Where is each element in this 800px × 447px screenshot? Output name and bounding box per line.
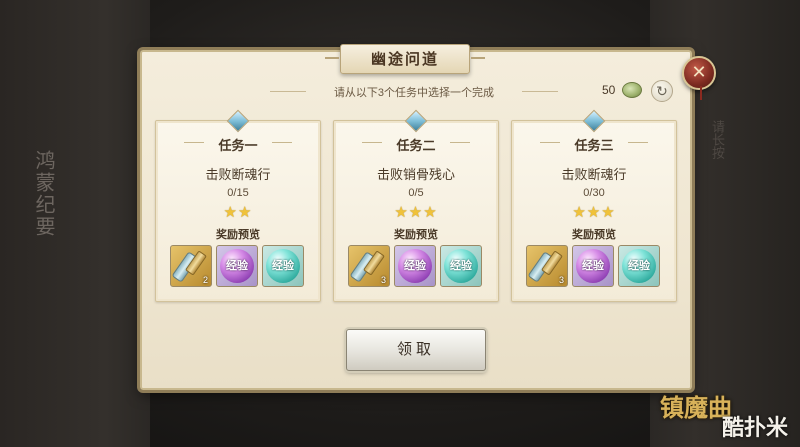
task-card-1[interactable]: 任务一 击败断魂行 0/15 ★★ 奖励预览 2 经验 经验 [155,109,321,302]
claim-button[interactable]: 领取 [346,329,486,371]
title-deco-right [450,142,470,143]
exp-orb-purple: 经验 [220,249,254,283]
task-stars: ★★★ [394,204,438,221]
background-side-title: 鸿蒙纪要 [32,150,56,238]
task-name: 击败断魂行 [561,167,627,182]
site-watermark: 酷扑米 [722,415,789,440]
task-card-2[interactable]: 任务二 击败销骨残心 0/5 ★★★ 奖励预览 3 经验 经验 [333,109,499,302]
close-button[interactable]: ✕ [682,56,716,90]
close-tassel [700,86,702,100]
task-label: 任务三 [574,138,614,153]
reward-preview-label: 奖励预览 [572,229,616,241]
task-stars: ★★ [223,204,253,221]
task-stars: ★★★ [572,204,616,221]
refresh-icon: ↻ [656,83,668,99]
reward-exp-slot-purple[interactable]: 经验 [216,245,258,287]
close-icon: ✕ [691,62,707,82]
reward-exp-slot-purple[interactable]: 经验 [572,245,614,287]
reward-exp-slot-teal[interactable]: 经验 [440,245,482,287]
dialog-title: 幽途问道 [325,44,485,74]
reward-item-slot[interactable]: 3 [526,245,568,287]
title-deco-right [628,142,648,143]
exp-orb-purple: 经验 [398,249,432,283]
task-name: 击败断魂行 [205,167,271,182]
task-progress: 0/15 [227,187,249,199]
currency-count: 50 [602,83,616,97]
reward-exp-slot-teal[interactable]: 经验 [262,245,304,287]
instruction-divider-right [522,91,558,92]
reward-list: 3 经验 经验 [348,245,484,287]
background-left-panel [0,0,150,447]
reward-preview-label: 奖励预览 [394,229,438,241]
task-name: 击败销骨残心 [376,167,455,182]
instruction-text: 请从以下3个任务中选择一个完成 [333,87,495,99]
reward-qty: 2 [202,275,208,285]
reward-exp-slot-teal[interactable]: 经验 [618,245,660,287]
title-deco-right [272,142,292,143]
exp-orb-purple: 经验 [576,249,610,283]
reward-qty: 3 [380,275,386,285]
exp-orb-teal: 经验 [266,249,300,283]
refresh-button[interactable]: ↻ [651,80,673,102]
reward-item-slot[interactable]: 3 [348,245,390,287]
task-progress: 0/5 [408,187,424,199]
task-progress: 0/30 [583,187,605,199]
task-label: 任务二 [396,138,436,153]
reward-qty: 3 [558,275,564,285]
reward-list: 3 经验 经验 [526,245,662,287]
reward-preview-label: 奖励预览 [216,229,260,241]
exp-orb-teal: 经验 [622,249,656,283]
task-card-3[interactable]: 任务三 击败断魂行 0/30 ★★★ 奖励预览 3 经验 经验 [511,109,677,302]
task-label: 任务一 [218,138,258,153]
background-right-text: 请长按 [709,120,724,159]
reward-list: 2 经验 经验 [170,245,306,287]
jade-coin-icon [622,82,642,98]
exp-orb-teal: 经验 [444,249,478,283]
reward-exp-slot-purple[interactable]: 经验 [394,245,436,287]
reward-item-slot[interactable]: 2 [170,245,212,287]
